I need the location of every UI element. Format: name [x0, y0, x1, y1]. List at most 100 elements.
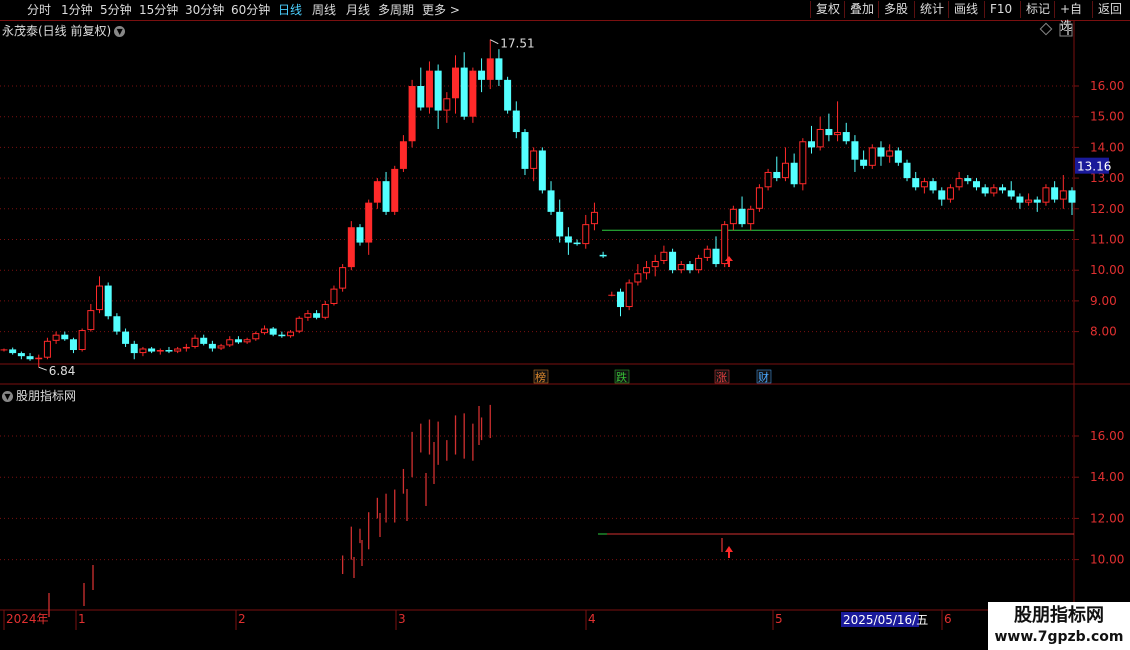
- toolbar-button[interactable]: +自选: [1054, 1, 1092, 33]
- candle: [825, 128, 833, 136]
- toolbar-button[interactable]: 叠加: [844, 1, 878, 18]
- candle: [538, 150, 546, 191]
- cursor-date-label: 2025/05/16/五: [843, 613, 928, 627]
- candle: [912, 178, 920, 188]
- candle: [234, 339, 242, 343]
- toolbar-button[interactable]: 返回: [1092, 1, 1130, 18]
- y-tick-label: 12.00: [1090, 511, 1124, 525]
- candle: [547, 190, 555, 212]
- candle: [781, 162, 789, 179]
- candle: [148, 348, 156, 352]
- chevron-down-icon[interactable]: ▼: [2, 391, 13, 402]
- watermark: 股朋指标网 www.7gpzb.com: [988, 602, 1130, 650]
- time-label: 4: [588, 612, 596, 626]
- candle: [122, 331, 130, 344]
- time-label: 1: [78, 612, 86, 626]
- timeframe-tab[interactable]: 1分钟: [61, 2, 93, 18]
- timeframe-tab[interactable]: 周线: [312, 2, 336, 18]
- candle: [556, 211, 564, 237]
- candle: [87, 310, 95, 331]
- candle: [1033, 199, 1041, 203]
- candle: [573, 242, 581, 245]
- chevron-down-icon[interactable]: ▼: [114, 26, 126, 37]
- candle: [703, 248, 711, 258]
- timeframe-tab[interactable]: 60分钟: [231, 2, 270, 18]
- time-label: 6: [944, 612, 952, 626]
- time-label: 2024年: [6, 612, 49, 626]
- toolbar-button[interactable]: 多股: [878, 1, 914, 18]
- timeframe-tab[interactable]: 日线: [278, 2, 302, 18]
- timeframe-tab[interactable]: 5分钟: [100, 2, 132, 18]
- y-tick-label: 11.00: [1090, 233, 1124, 247]
- candle: [96, 285, 104, 311]
- y-tick-label: 10.00: [1090, 553, 1124, 567]
- candle: [625, 282, 633, 308]
- toolbar-button[interactable]: 统计: [914, 1, 948, 18]
- toolbar-button[interactable]: 画线: [948, 1, 984, 18]
- candle: [799, 141, 807, 185]
- candle: [217, 345, 225, 349]
- high-label: 17.51: [500, 37, 534, 51]
- candle: [365, 202, 373, 243]
- y-tick-label: 16.00: [1090, 429, 1124, 443]
- indicator-title: ▼ 股朋指标网: [2, 387, 76, 404]
- candle: [868, 147, 876, 166]
- timeframe-tab[interactable]: 月线: [346, 2, 370, 18]
- timeframe-tab[interactable]: 15分钟: [139, 2, 178, 18]
- current-price-label: 13.16: [1077, 160, 1111, 174]
- candle: [816, 128, 824, 148]
- candle: [425, 70, 433, 108]
- toolbar-button[interactable]: 标记: [1020, 1, 1054, 18]
- toolbar-button[interactable]: F10: [984, 1, 1020, 18]
- candle: [946, 187, 954, 200]
- candle: [669, 251, 677, 271]
- candle: [399, 141, 407, 169]
- candle: [886, 150, 894, 157]
- diamond-icon: [1039, 22, 1053, 36]
- time-label: 2: [238, 612, 246, 626]
- event-tag-label: 财: [758, 370, 769, 384]
- candle: [521, 132, 529, 169]
- candle: [478, 70, 486, 80]
- timeframe-tab[interactable]: 分时: [27, 2, 51, 18]
- event-tag-label: 榜: [535, 370, 546, 384]
- time-label: 5: [775, 612, 783, 626]
- candle: [17, 353, 25, 357]
- candle: [321, 303, 329, 318]
- timeframe-tab[interactable]: 多周期: [378, 2, 414, 18]
- candle: [712, 248, 720, 265]
- low-pointer: [38, 366, 47, 371]
- candle: [955, 178, 963, 188]
- event-tag-label: 涨: [716, 371, 727, 384]
- candle: [26, 356, 34, 360]
- candle: [243, 339, 251, 343]
- candle: [304, 313, 312, 318]
- candle: [382, 181, 390, 212]
- candle: [929, 181, 937, 191]
- candle: [391, 168, 399, 212]
- y-tick-label: 9.00: [1090, 294, 1117, 308]
- candle: [790, 162, 798, 185]
- candle: [174, 348, 182, 352]
- candle: [842, 132, 850, 142]
- candle: [773, 171, 781, 179]
- timeframe-tab[interactable]: 30分钟: [185, 2, 224, 18]
- candle: [1068, 190, 1076, 203]
- y-tick-label: 12.00: [1090, 202, 1124, 216]
- candle: [530, 150, 538, 169]
- y-tick-label: 14.00: [1090, 470, 1124, 484]
- y-tick-label: 8.00: [1090, 325, 1117, 339]
- y-tick-label: 15.00: [1090, 110, 1124, 124]
- chart-title: 永茂泰(日线 前复权) ▼: [2, 22, 126, 39]
- timeframe-tab[interactable]: 更多 >: [422, 2, 460, 18]
- candle: [729, 208, 737, 225]
- candle: [417, 86, 425, 108]
- candle: [182, 346, 190, 349]
- candle: [686, 264, 694, 271]
- candle: [43, 340, 51, 358]
- toolbar-button[interactable]: 复权: [810, 1, 844, 18]
- watermark-url: www.7gpzb.com: [994, 629, 1124, 645]
- candle: [104, 285, 112, 317]
- candle: [347, 227, 355, 268]
- candle: [1007, 190, 1015, 197]
